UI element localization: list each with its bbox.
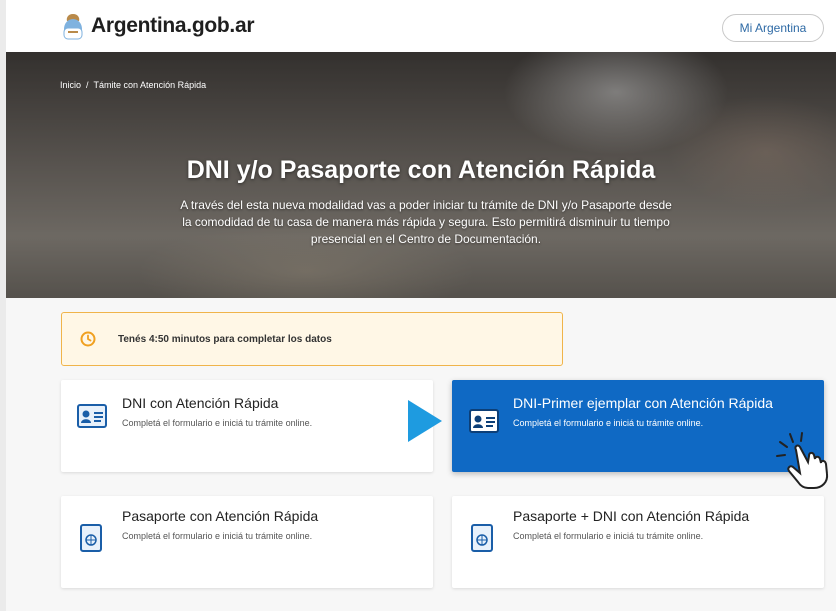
card-subtitle: Completá el formulario e iniciá tu trámi… — [122, 418, 313, 428]
card-subtitle: Completá el formulario e iniciá tu trámi… — [122, 531, 313, 541]
timer-alert: Tenés 4:50 minutos para completar los da… — [61, 312, 563, 366]
hero-banner: Inicio / Támite con Atención Rápida DNI y/… — [6, 52, 836, 298]
card-subtitle: Completá el formulario e iniciá tu trámi… — [513, 531, 704, 541]
timer-text: Tenés 4:50 minutos para completar los da… — [118, 333, 332, 345]
card-title: Pasaporte con Atención Rápida — [122, 508, 319, 524]
mi-argentina-button[interactable]: Mi Argentina — [722, 14, 824, 42]
card-dni[interactable]: DNI con Atención Rápida Completá el form… — [61, 380, 433, 472]
card-pasaporte[interactable]: Pasaporte con Atención Rápida Completá e… — [61, 496, 433, 588]
card-dni-primer-ejemplar[interactable]: DNI-Primer ejemplar con Atención Rápida … — [452, 380, 824, 472]
page-description: A través del esta nueva modalidad vas a … — [180, 198, 672, 246]
card-title: Pasaporte + DNI con Atención Rápida — [513, 508, 750, 524]
id-card-icon — [77, 404, 107, 428]
id-card-icon — [469, 409, 499, 433]
passport-icon — [80, 524, 102, 552]
card-pasaporte-dni[interactable]: Pasaporte + DNI con Atención Rápida Comp… — [452, 496, 824, 588]
card-title: DNI con Atención Rápida — [122, 395, 279, 411]
hand-click-icon — [776, 432, 829, 489]
page: Argentina.gob.ar Mi Argentina Inicio / Tám… — [6, 0, 836, 611]
breadcrumb-home-link[interactable]: Inicio — [60, 80, 81, 90]
clock-icon — [80, 331, 96, 347]
breadcrumb-separator: / — [86, 80, 89, 90]
card-subtitle: Completá el formulario e iniciá tu trámi… — [513, 418, 704, 428]
top-header: Argentina.gob.ar Mi Argentina — [6, 0, 836, 52]
passport-icon — [471, 524, 493, 552]
pointer-arrow-icon — [408, 400, 442, 442]
breadcrumb-current: Támite con Atención Rápida — [93, 80, 207, 90]
breadcrumb: Inicio / Támite con Atención Rápida — [60, 80, 206, 90]
logo-text: Argentina.gob.ar — [91, 14, 255, 37]
site-logo[interactable]: Argentina.gob.ar — [61, 12, 255, 40]
card-title: DNI-Primer ejemplar con Atención Rápida — [513, 395, 773, 411]
coat-of-arms-icon — [63, 14, 83, 40]
page-title: DNI y/o Pasaporte con Atención Rápida — [186, 156, 656, 184]
